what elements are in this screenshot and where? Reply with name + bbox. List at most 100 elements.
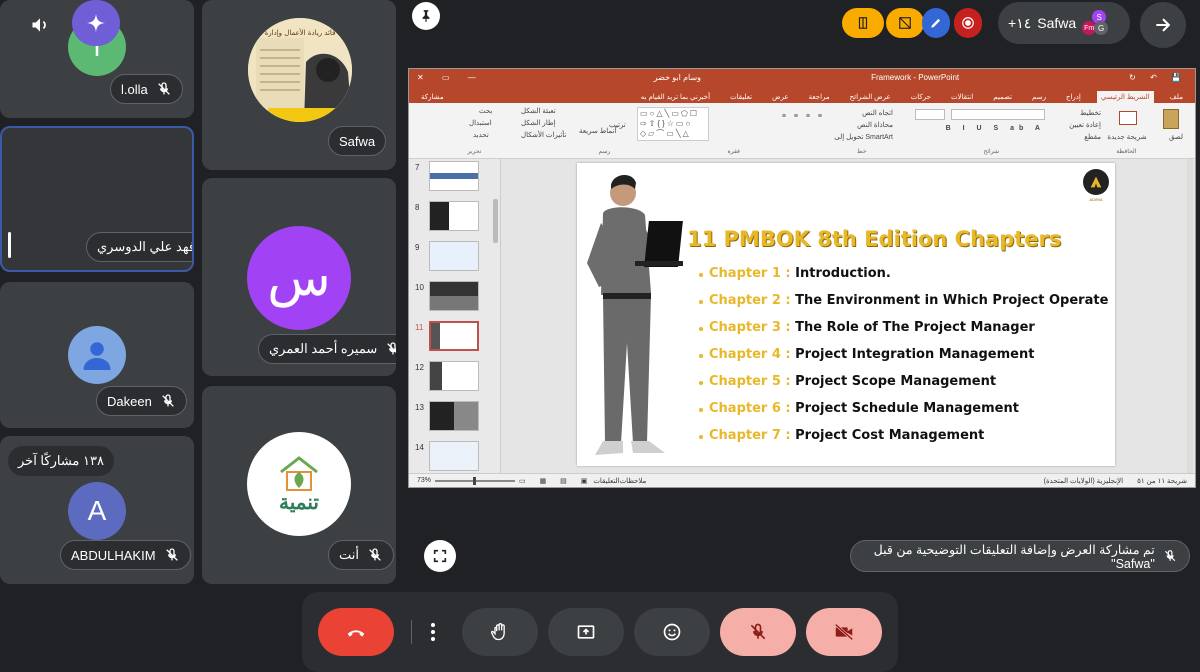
notes-button[interactable]: ملاحظات [620, 477, 647, 485]
gemini-button[interactable] [72, 0, 120, 46]
find-label[interactable]: بحث [479, 107, 492, 115]
chapter-item: Chapter 7 : Project Cost Management [709, 428, 985, 443]
slide-thumbnail[interactable] [429, 161, 479, 191]
comments-button[interactable]: التعليقات [593, 477, 619, 485]
ribbon-tab[interactable]: ملف [1166, 91, 1187, 103]
ribbon-tab[interactable]: حركات [907, 91, 935, 103]
shapes-gallery[interactable]: ▭○△╲▭⬠☐ ⇨⇧{}☆▭○ ◇▱⌒▭╲△ [637, 107, 709, 141]
new-slide-label[interactable]: شريحة جديدة [1107, 133, 1147, 141]
ribbon-tab[interactable]: مراجعة [805, 91, 834, 103]
next-button[interactable] [1140, 2, 1186, 48]
slide-canvas-area: ADIRIA 11 PMBOK 8th Edition Chapters Cha… [501, 159, 1195, 474]
view-buttons[interactable]: ▭ ▦ ▤ ▣ [519, 477, 593, 485]
section-label[interactable]: مقطع [1084, 133, 1101, 141]
ribbon-tab-active[interactable]: الشريط الرئيسي [1096, 91, 1154, 103]
ribbon-tab[interactable]: إدراج [1062, 91, 1085, 103]
presenter-chip[interactable]: +١٤ Safwa S Fm G [998, 2, 1130, 44]
name-pill: سميره أحمد العمري [258, 334, 396, 364]
annotate-button[interactable] [922, 8, 950, 38]
avatar: س [247, 226, 351, 330]
slide-thumbnail[interactable] [429, 401, 479, 431]
speaker-volume-button[interactable] [16, 2, 64, 48]
window-controls: ✕ ▭ — [417, 73, 484, 82]
font-size-box[interactable] [915, 109, 945, 120]
canvas-scrollbar[interactable] [1187, 159, 1193, 474]
reactions-button[interactable] [634, 608, 710, 656]
thumbnail-row[interactable]: 10 [409, 281, 501, 319]
slide-thumbnail-selected[interactable] [429, 321, 479, 351]
slide-title: 11 PMBOK 8th Edition Chapters [687, 227, 1062, 251]
thumbnail-row[interactable]: 9 [409, 241, 501, 279]
thumbnail-row[interactable]: 7 [409, 161, 501, 199]
participant-tile-safwa[interactable]: قائد ريادة الأعمال وإدارة Safwa [202, 0, 396, 170]
shape-effects-label[interactable]: تأثيرات الأشكال [521, 131, 566, 139]
current-slide[interactable]: ADIRIA 11 PMBOK 8th Edition Chapters Cha… [577, 163, 1115, 466]
quick-styles-label[interactable]: أنماط سريعة [579, 127, 616, 135]
participant-tile-dakeen[interactable]: Dakeen [0, 282, 194, 428]
more-options-button[interactable] [420, 608, 446, 656]
participant-name: Safwa [339, 133, 376, 149]
slide-thumbnail[interactable] [429, 281, 479, 311]
ribbon-tab[interactable]: تعليقات [726, 91, 756, 103]
text-direction-label[interactable]: اتجاه النص [862, 109, 893, 117]
arrow-right-icon [1156, 18, 1171, 32]
paste-label[interactable]: لصق [1169, 133, 1183, 141]
reset-label[interactable]: إعادة تعيين [1069, 121, 1101, 129]
thumbnail-row[interactable]: 11 [409, 321, 501, 359]
slide-thumbnail[interactable] [429, 441, 479, 471]
replace-label[interactable]: استبدال [469, 119, 492, 127]
fullscreen-button[interactable] [424, 540, 456, 572]
ribbon-tab[interactable]: تصميم [989, 91, 1016, 103]
ribbon-tab[interactable]: انتقالات [947, 91, 977, 103]
font-format-icons[interactable]: B I U S ab A [946, 125, 1045, 132]
bullet-dot [699, 381, 703, 385]
slide-thumbnail[interactable] [429, 241, 479, 271]
paragraph-icons[interactable]: ≡ ≡ ≡ ≡ [782, 113, 825, 120]
other-participants-count[interactable]: ١٣٨ مشاركًا آخر [8, 446, 114, 476]
smartart-label[interactable]: تحويل إلى SmartArt [834, 133, 893, 141]
presenter-count: +١٤ [1008, 14, 1032, 31]
zoom-controls[interactable]: 73% ▭ ▦ ▤ ▣ [417, 476, 593, 485]
record-button[interactable] [954, 8, 982, 38]
thumbnail-row[interactable]: 13 [409, 401, 501, 439]
slide-thumbnail[interactable] [429, 361, 479, 391]
name-pill: فهد علي الدوسري [86, 232, 192, 262]
ribbon-tab[interactable]: عرض [768, 91, 793, 103]
leave-call-button[interactable] [318, 608, 394, 656]
thumbnail-row[interactable]: 8 [409, 201, 501, 239]
shape-outline-label[interactable]: إطار الشكل [521, 119, 555, 127]
microphone-toggle-button[interactable] [720, 608, 796, 656]
ppt-title-bar: ✕ ▭ — وسام ابو خضر Framework - PowerPoin… [409, 69, 1195, 86]
camera-toggle-button[interactable] [806, 608, 882, 656]
thumbnail-scrollbar[interactable] [493, 199, 498, 243]
share-button[interactable]: مشاركة [417, 91, 448, 103]
slide-thumbnail[interactable] [429, 201, 479, 231]
raise-hand-button[interactable] [462, 608, 538, 656]
layout-label[interactable]: تخطيط [1080, 109, 1101, 117]
pin-button[interactable] [412, 2, 440, 30]
select-label[interactable]: تحديد [473, 131, 489, 139]
present-screen-button[interactable] [548, 608, 624, 656]
new-slide-icon[interactable] [1119, 111, 1137, 125]
ribbon-tab[interactable]: رسم [1028, 91, 1050, 103]
font-name-box[interactable] [951, 109, 1045, 120]
slide-logo [1083, 169, 1109, 195]
tell-me-box[interactable]: أخبرني بما تريد القيام به [637, 91, 714, 103]
participant-name: سميره أحمد العمري [269, 341, 378, 356]
participant-tile-samira[interactable]: س سميره أحمد العمري [202, 178, 396, 376]
record-icon [962, 17, 974, 29]
language-indicator: الإنجليزية (الولايات المتحدة) [1043, 477, 1124, 485]
layout-button[interactable] [842, 8, 884, 38]
paste-icon[interactable] [1163, 109, 1179, 129]
hide-tiles-button[interactable] [886, 8, 924, 38]
align-text-label[interactable]: محاذاة النص [857, 121, 893, 129]
shape-fill-label[interactable]: تعبئة الشكل [521, 107, 556, 115]
ribbon-tab[interactable]: عرض الشرائح [846, 91, 895, 103]
zoom-level[interactable]: 73% [417, 477, 431, 484]
participant-tile-fahad[interactable]: فهد علي الدوسري [0, 126, 194, 272]
zoom-slider[interactable] [435, 476, 516, 485]
quick-access-icons: ↻ ↶ 💾 [1129, 73, 1187, 82]
participant-tile-you[interactable]: تنمية أنت [202, 386, 396, 584]
zoom-thumb[interactable] [473, 476, 477, 485]
thumbnail-row[interactable]: 12 [409, 361, 501, 399]
